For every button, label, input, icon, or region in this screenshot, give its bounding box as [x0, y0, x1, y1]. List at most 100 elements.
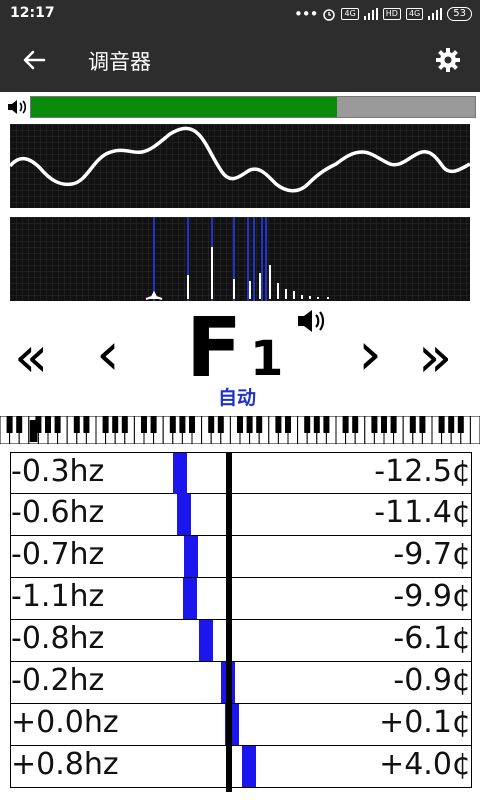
reading-row: -0.8hz -6.1¢ — [11, 620, 471, 662]
reading-offset-bar — [241, 746, 256, 787]
page-title: 调音器 — [88, 50, 151, 74]
reading-offset-bar — [177, 494, 192, 535]
black-key[interactable] — [448, 416, 455, 433]
black-key[interactable] — [371, 416, 378, 433]
network-4g-icon: 4G — [341, 8, 359, 20]
status-icons: ••• 4G HD 4G 53 — [294, 5, 472, 23]
mode-auto-label[interactable]: 自动 — [218, 383, 256, 410]
black-key[interactable] — [285, 416, 291, 433]
reading-offset-bar — [183, 578, 198, 619]
reading-cents: +4.0¢ — [379, 747, 471, 782]
black-key[interactable] — [246, 416, 253, 433]
network-4g-icon-2: 4G — [405, 8, 424, 20]
reading-hz: -0.3hz — [11, 454, 105, 489]
black-key[interactable] — [217, 416, 224, 433]
play-note-speaker-icon[interactable] — [296, 307, 326, 335]
black-key[interactable] — [237, 416, 243, 433]
reading-row: -0.6hz -11.4¢ — [11, 494, 471, 536]
black-key[interactable] — [73, 416, 80, 433]
note-panel: « ‹ F 1 › » 自动 — [0, 305, 480, 413]
waveform-display — [10, 124, 470, 208]
next-octave-button[interactable]: » — [418, 325, 452, 390]
black-key[interactable] — [323, 416, 330, 433]
waveform-graph — [10, 124, 470, 208]
reading-cents: -0.9¢ — [393, 663, 471, 698]
prev-octave-button[interactable]: « — [14, 325, 48, 390]
black-key[interactable] — [390, 416, 397, 433]
alarm-icon — [323, 9, 336, 21]
reading-cents: -9.7¢ — [393, 537, 471, 572]
hd-voice-icon: HD — [382, 8, 401, 20]
reading-cents: +0.1¢ — [379, 705, 471, 740]
black-key[interactable] — [121, 416, 128, 433]
black-key[interactable] — [304, 416, 311, 433]
black-key[interactable] — [150, 416, 157, 433]
signal-icon — [363, 8, 378, 20]
prev-note-button[interactable]: ‹ — [96, 319, 120, 389]
reading-hz: -1.1hz — [11, 579, 105, 614]
black-key[interactable] — [342, 416, 349, 433]
reading-cents: -12.5¢ — [374, 454, 471, 489]
reading-cents: -6.1¢ — [393, 621, 471, 656]
black-key[interactable] — [381, 416, 387, 433]
spectrum-display — [10, 217, 470, 301]
reading-row: +0.0hz +0.1¢ — [11, 704, 471, 746]
reading-row: -0.2hz -0.9¢ — [11, 662, 471, 704]
black-key[interactable] — [457, 416, 464, 433]
black-key[interactable] — [6, 416, 13, 433]
reading-offset-bar — [172, 453, 187, 494]
black-key[interactable] — [275, 416, 282, 433]
black-key[interactable] — [16, 416, 23, 433]
black-key[interactable] — [179, 416, 186, 433]
reading-row: -0.3hz -12.5¢ — [11, 452, 471, 494]
back-arrow-icon[interactable] — [20, 46, 48, 74]
black-key[interactable] — [409, 416, 416, 433]
signal-icon-2 — [428, 8, 443, 20]
black-key[interactable] — [208, 416, 215, 433]
reading-offset-bar — [184, 536, 199, 577]
piano-keyboard[interactable] — [0, 416, 480, 444]
reading-hz: +0.0hz — [11, 705, 119, 740]
level-fill — [31, 97, 338, 117]
status-bar: 12:17 ••• 4G HD 4G 53 — [0, 0, 480, 28]
black-key[interactable] — [141, 416, 147, 433]
white-key[interactable] — [469, 416, 480, 444]
input-level — [6, 96, 476, 118]
next-note-button[interactable]: › — [358, 319, 382, 389]
black-key[interactable] — [169, 416, 176, 433]
reading-cents: -9.9¢ — [393, 579, 471, 614]
reading-hz: -0.8hz — [11, 621, 105, 656]
reading-hz: -0.7hz — [11, 537, 105, 572]
reading-cents: -11.4¢ — [374, 495, 471, 530]
black-key[interactable] — [45, 416, 51, 433]
black-key[interactable] — [112, 416, 119, 433]
reading-row: -0.7hz -9.7¢ — [11, 536, 471, 578]
black-key[interactable] — [313, 416, 320, 433]
readings-table: -0.3hz -12.5¢ -0.6hz -11.4¢ -0.7hz -9.7¢ -1.1h… — [10, 452, 472, 788]
level-meter — [30, 96, 476, 118]
notification-dots-icon: ••• — [293, 5, 319, 23]
note-name: F — [186, 301, 242, 396]
black-key[interactable] — [438, 416, 445, 433]
app-bar: 调音器 — [0, 28, 480, 92]
reading-hz: +0.8hz — [11, 747, 119, 782]
reading-hz: -0.6hz — [11, 495, 105, 530]
black-key[interactable] — [256, 416, 263, 433]
black-key[interactable] — [419, 416, 426, 433]
black-key[interactable] — [54, 416, 61, 433]
in-tune-center-line — [226, 452, 232, 792]
current-note-key — [29, 420, 38, 442]
reading-row: -1.1hz -9.9¢ — [11, 578, 471, 620]
gear-icon[interactable] — [434, 46, 462, 74]
black-key[interactable] — [352, 416, 359, 433]
black-key[interactable] — [83, 416, 90, 433]
black-key[interactable] — [102, 416, 109, 433]
status-time: 12:17 — [10, 5, 55, 21]
reading-row: +0.8hz +4.0¢ — [11, 746, 471, 788]
spectrum-graph — [10, 217, 470, 301]
reading-offset-bar — [199, 620, 214, 661]
speaker-icon — [8, 100, 27, 114]
note-octave: 1 — [250, 331, 284, 387]
battery-icon: 53 — [447, 7, 472, 21]
black-key[interactable] — [189, 416, 195, 433]
